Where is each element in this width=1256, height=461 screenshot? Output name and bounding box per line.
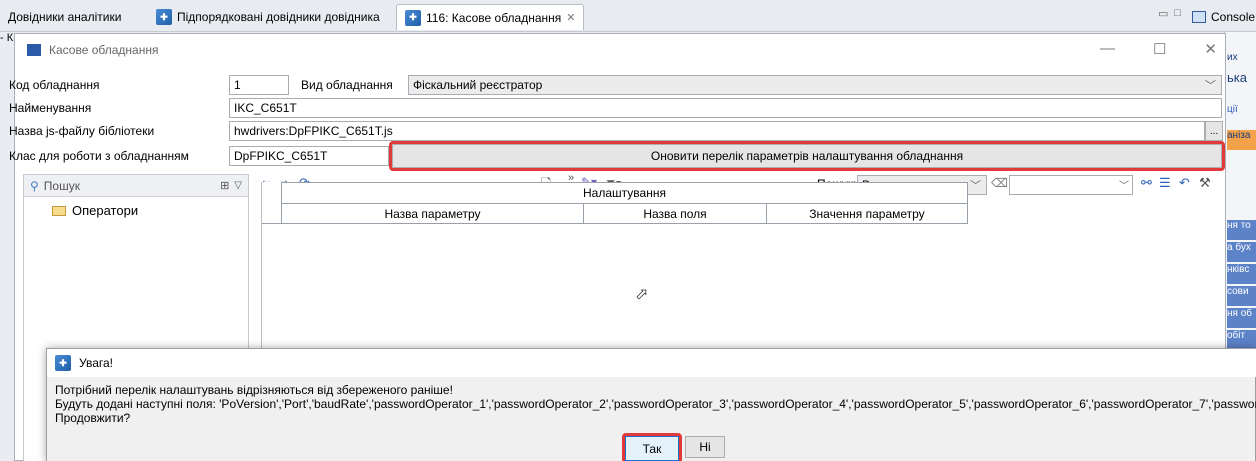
class-label: Клас для роботи з обладнанням xyxy=(9,149,189,163)
type-select-value: Фіскальний реєстратор xyxy=(413,78,543,92)
search-icon: ⚲ xyxy=(30,178,39,193)
dialog-titlebar: ✚ Увага! xyxy=(47,349,1256,377)
dialog-title: Увага! xyxy=(79,356,113,370)
tree-panel-header: ⚲ Пошук ⊞ ▽ xyxy=(24,175,248,197)
folder-icon xyxy=(52,205,66,216)
tab-analytics-directories[interactable]: Довідники аналітики xyxy=(0,4,129,30)
no-button[interactable]: Ні xyxy=(685,436,725,458)
dialog-message-line: Потрібний перелік налаштувань відрізняют… xyxy=(55,383,453,397)
bg-item: ня об xyxy=(1227,308,1256,328)
tab-label: Console xyxy=(1211,10,1256,24)
bg-item: нківс xyxy=(1227,264,1256,284)
window-icon xyxy=(27,44,41,56)
tab-label: 116: Касове обладнання xyxy=(426,10,562,25)
expand-all-icon[interactable]: ⊞ xyxy=(220,179,229,192)
close-button[interactable]: ✕ xyxy=(1204,40,1217,58)
tree-item-operators[interactable]: Оператори xyxy=(24,197,248,218)
window-title: Касове обладнання xyxy=(49,43,159,57)
tree-item-label: Оператори xyxy=(72,203,139,218)
grid-corner xyxy=(262,182,282,224)
bg-item: аніза xyxy=(1227,130,1256,150)
bg-item: сови xyxy=(1227,286,1256,306)
bg-item: а бух xyxy=(1227,242,1256,262)
yes-button[interactable]: Так xyxy=(625,436,679,461)
name-field[interactable]: IKC_C651T xyxy=(229,98,1222,118)
console-icon xyxy=(1192,11,1206,23)
view-controls: ▭ □ xyxy=(1158,7,1181,20)
bg-item: обіт xyxy=(1227,330,1256,350)
bg-item: ції xyxy=(1227,104,1238,115)
minimize-view-icon[interactable]: ▭ xyxy=(1158,7,1168,20)
tab-cash-equipment[interactable]: ✚ 116: Касове обладнання ✕ xyxy=(396,4,585,30)
bg-item: ня то xyxy=(1227,220,1256,240)
window-titlebar: Касове обладнання — ☐ ✕ xyxy=(15,34,1225,66)
type-select[interactable]: Фіскальний реєстратор ﹀ xyxy=(408,75,1222,95)
tab-subordinate-directories[interactable]: ✚ Підпорядковані довідники довідника xyxy=(148,4,388,30)
close-icon[interactable]: ✕ xyxy=(566,11,575,24)
dialog-message-line: Будуть додані наступні поля: 'PoVersion'… xyxy=(55,397,1256,411)
code-field[interactable]: 1 xyxy=(229,75,289,95)
column-header[interactable]: Назва параметру xyxy=(282,204,584,224)
editor-tab-strip: Довідники аналітики ✚ Підпорядковані дов… xyxy=(0,0,1256,32)
code-label: Код обладнання xyxy=(9,78,100,92)
chevron-down-icon[interactable]: ▽ xyxy=(234,180,242,191)
refresh-highlight: Оновити перелік параметрів налаштування … xyxy=(389,141,1225,171)
name-label: Найменування xyxy=(9,101,92,115)
tab-console[interactable]: Console xyxy=(1184,4,1256,30)
bg-item: их xyxy=(1227,52,1238,63)
chevron-down-icon: ﹀ xyxy=(1205,80,1216,92)
refresh-parameters-button[interactable]: Оновити перелік параметрів налаштування … xyxy=(392,144,1222,168)
js-file-label: Назва js-файлу бібліотеки xyxy=(9,124,155,138)
group-header: Налаштування xyxy=(282,182,968,204)
browse-button[interactable]: ... xyxy=(1205,121,1223,141)
tree-search-label[interactable]: Пошук xyxy=(44,179,80,193)
warning-dialog: ✚ Увага! Потрібний перелік налаштувань в… xyxy=(46,348,1256,461)
tab-label: Довідники аналітики xyxy=(8,10,122,24)
dialog-message-line: Продовжити? xyxy=(55,411,131,425)
type-label: Вид обладнання xyxy=(301,78,393,92)
app-icon: ✚ xyxy=(55,355,71,371)
mouse-cursor-icon: ⬀ xyxy=(635,286,649,303)
js-file-field[interactable]: hwdrivers:DpFPIKC_C651T.js xyxy=(229,121,1205,141)
column-header[interactable]: Назва поля xyxy=(584,204,767,224)
bg-item: ька xyxy=(1227,70,1247,85)
app-icon: ✚ xyxy=(156,9,172,25)
column-header[interactable]: Значення параметру xyxy=(767,204,968,224)
maximize-view-icon[interactable]: □ xyxy=(1174,7,1181,20)
app-icon: ✚ xyxy=(405,9,421,26)
background-stub: - К xyxy=(0,32,14,44)
class-field[interactable]: DpFPIKC_C651T xyxy=(229,146,389,166)
yes-highlight: Так xyxy=(622,433,682,461)
minimize-button[interactable]: — xyxy=(1100,40,1115,58)
maximize-button[interactable]: ☐ xyxy=(1153,40,1166,58)
tab-label: Підпорядковані довідники довідника xyxy=(177,10,380,24)
